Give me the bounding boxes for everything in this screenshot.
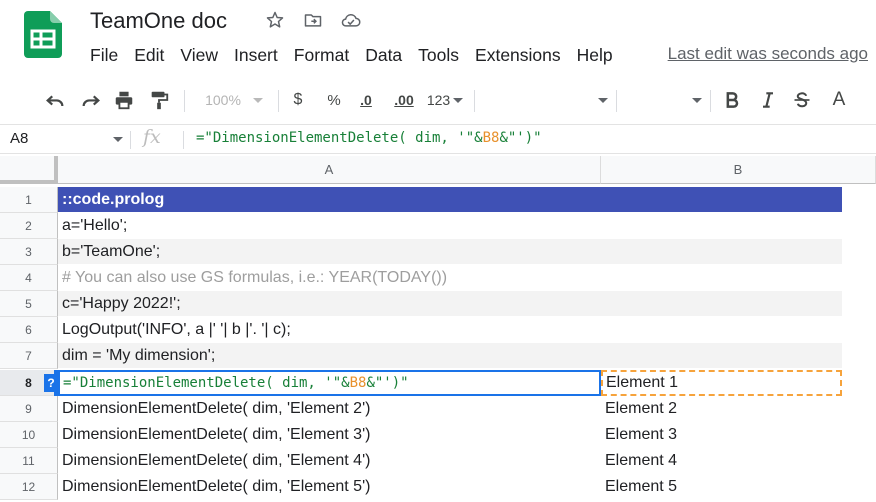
star-icon[interactable] <box>264 9 286 31</box>
table-row: 5 c='Happy 2022!'; <box>0 291 876 317</box>
menu-format[interactable]: Format <box>286 43 357 67</box>
table-row: 6 LogOutput('INFO', a |' '| b |'. '| c); <box>0 317 876 343</box>
text-color-button[interactable]: A <box>827 80 851 120</box>
select-all-corner[interactable] <box>0 156 58 184</box>
row-header[interactable]: 1 <box>0 187 58 213</box>
number-format-label: 123 <box>426 92 451 108</box>
cell-a1[interactable]: ::code.prolog <box>58 187 842 213</box>
undo-icon[interactable] <box>42 80 68 120</box>
formula-bar: A8 fx ="DimensionElementDelete( dim, '"&… <box>0 124 876 154</box>
chevron-down-icon <box>692 97 702 103</box>
sheets-logo-icon[interactable] <box>24 11 62 58</box>
cell-a3[interactable]: b='TeamOne'; <box>58 239 842 265</box>
italic-icon[interactable] <box>756 80 780 120</box>
menu-insert[interactable]: Insert <box>226 43 286 67</box>
column-header-a[interactable]: A <box>58 156 601 184</box>
cell-b10[interactable]: Element 3 <box>601 422 842 448</box>
table-row: 4 # You can also use GS formulas, i.e.: … <box>0 265 876 291</box>
move-folder-icon[interactable] <box>302 9 324 31</box>
row-header[interactable]: 7 <box>0 343 58 369</box>
zoom-value: 100% <box>205 92 241 108</box>
cloud-saved-icon[interactable] <box>340 9 362 31</box>
font-size-select[interactable] <box>624 80 702 120</box>
menu-tools[interactable]: Tools <box>410 43 467 67</box>
cell-a6[interactable]: LogOutput('INFO', a |' '| b |'. '| c); <box>58 317 842 343</box>
toolbar: 100% $ % .0 .00 123 A <box>0 80 876 120</box>
cell-b11[interactable]: Element 4 <box>601 448 842 474</box>
table-row: 7 dim = 'My dimension'; <box>0 343 876 369</box>
name-box[interactable]: A8 <box>10 130 28 147</box>
percent-format-button[interactable]: % <box>323 80 345 120</box>
column-header-b[interactable]: B <box>601 156 876 184</box>
strikethrough-icon[interactable] <box>790 80 814 120</box>
row-header[interactable]: 12 <box>0 474 58 500</box>
number-format-select[interactable]: 123 <box>424 80 466 120</box>
last-edit-link[interactable]: Last edit was seconds ago <box>668 44 868 64</box>
cell-a4[interactable]: # You can also use GS formulas, i.e.: YE… <box>58 265 842 291</box>
row-header[interactable]: 10 <box>0 422 58 448</box>
formula-help-icon[interactable]: ? <box>44 374 58 392</box>
cell-b9[interactable]: Element 2 <box>601 396 842 422</box>
cell-a2[interactable]: a='Hello'; <box>58 213 842 239</box>
cell-b12[interactable]: Element 5 <box>601 474 842 500</box>
row-header[interactable]: 2 <box>0 213 58 239</box>
font-family-select[interactable] <box>484 80 608 120</box>
menu-extensions[interactable]: Extensions <box>467 43 569 67</box>
menu-help[interactable]: Help <box>569 43 621 67</box>
cell-a8-editor[interactable]: ="DimensionElementDelete( dim, '"&B8&"')… <box>58 370 601 396</box>
table-row: 2 a='Hello'; <box>0 213 876 239</box>
row-header[interactable]: 3 <box>0 239 58 265</box>
cell-a5[interactable]: c='Happy 2022!'; <box>58 291 842 317</box>
increase-decimal-button[interactable]: .00 <box>389 80 419 120</box>
document-title[interactable]: TeamOne doc <box>90 8 227 34</box>
chevron-down-icon[interactable] <box>113 137 123 142</box>
cell-a7[interactable]: dim = 'My dimension'; <box>58 343 842 369</box>
table-row: 8 ? ="DimensionElementDelete( dim, '"&B8… <box>0 370 876 396</box>
table-row: 3 b='TeamOne'; <box>0 239 876 265</box>
row-header[interactable]: 11 <box>0 448 58 474</box>
redo-icon[interactable] <box>78 80 104 120</box>
table-row: 9 DimensionElementDelete( dim, 'Element … <box>0 396 876 422</box>
spreadsheet-grid: A B 1 ::code.prolog 2 a='Hello'; 3 b='Te… <box>0 156 876 502</box>
chevron-down-icon <box>252 97 263 103</box>
currency-format-button[interactable]: $ <box>287 80 309 120</box>
row-header[interactable]: 5 <box>0 291 58 317</box>
table-row: 11 DimensionElementDelete( dim, 'Element… <box>0 448 876 474</box>
menu-edit[interactable]: Edit <box>126 43 172 67</box>
row-header[interactable]: 4 <box>0 265 58 291</box>
cell-b8[interactable]: Element 1 <box>601 370 842 396</box>
chevron-down-icon <box>598 97 608 103</box>
function-icon: fx <box>143 126 161 148</box>
print-icon[interactable] <box>111 80 137 120</box>
table-row: 10 DimensionElementDelete( dim, 'Element… <box>0 422 876 448</box>
menu-data[interactable]: Data <box>357 43 410 67</box>
row-header[interactable]: 9 <box>0 396 58 422</box>
row-header[interactable]: 6 <box>0 317 58 343</box>
chevron-down-icon <box>453 97 464 103</box>
menu-bar: File Edit View Insert Format Data Tools … <box>82 43 621 67</box>
formula-input[interactable]: ="DimensionElementDelete( dim, '"&B8&"')… <box>196 130 542 146</box>
menu-view[interactable]: View <box>172 43 226 67</box>
decrease-decimal-button[interactable]: .0 <box>353 80 379 120</box>
paint-format-icon[interactable] <box>146 80 172 120</box>
table-row: 12 DimensionElementDelete( dim, 'Element… <box>0 474 876 500</box>
table-row: 1 ::code.prolog <box>0 187 876 213</box>
zoom-select[interactable]: 100% <box>196 80 272 120</box>
bold-icon[interactable] <box>720 80 744 120</box>
menu-file[interactable]: File <box>82 43 126 67</box>
